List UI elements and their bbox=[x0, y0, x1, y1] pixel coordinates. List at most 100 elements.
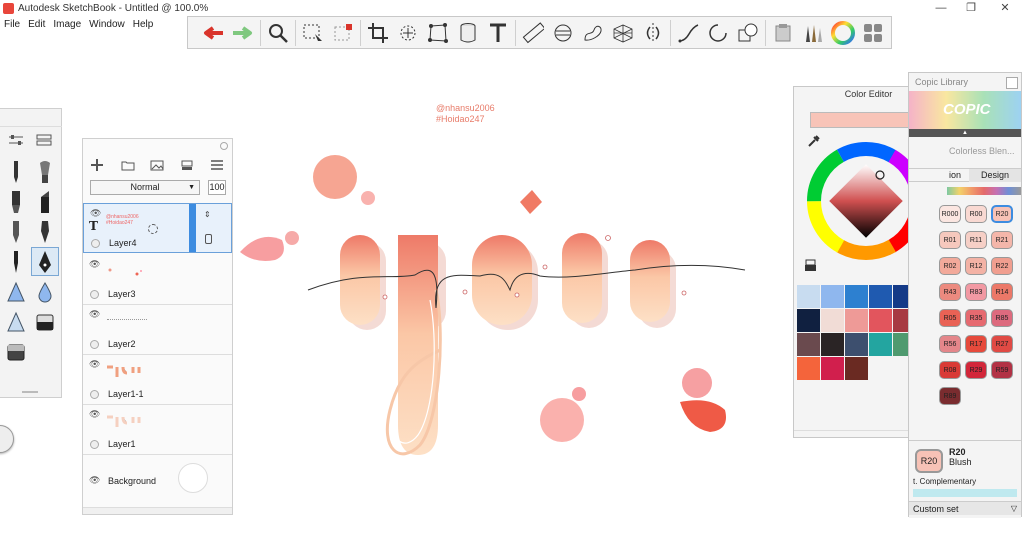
layer-row-layer1[interactable]: 👁 Layer1 bbox=[83, 405, 232, 455]
stroke-icon[interactable] bbox=[673, 18, 703, 48]
visibility-eye-icon[interactable]: 👁 bbox=[89, 259, 100, 270]
menu-image[interactable]: Image bbox=[49, 17, 85, 32]
menu-window[interactable]: Window bbox=[85, 17, 129, 32]
copic-chip[interactable]: R02 bbox=[939, 257, 961, 275]
nib-brush-icon[interactable] bbox=[31, 217, 59, 246]
add-image-icon[interactable] bbox=[150, 160, 164, 174]
copic-chip[interactable]: R05 bbox=[939, 309, 961, 327]
tab-design[interactable]: Design bbox=[969, 169, 1021, 182]
copic-chip[interactable]: R35 bbox=[965, 309, 987, 327]
copic-chip[interactable]: R89 bbox=[939, 387, 961, 405]
color-swatch[interactable] bbox=[845, 285, 868, 308]
zoom-icon[interactable] bbox=[263, 18, 293, 48]
minimize-button[interactable]: — bbox=[926, 1, 956, 15]
color-swatch[interactable] bbox=[821, 357, 844, 380]
layer-row-layer3[interactable]: 👁 Layer3 bbox=[83, 255, 232, 305]
layer-lock-radio[interactable] bbox=[90, 290, 99, 299]
color-swatch[interactable] bbox=[821, 285, 844, 308]
distort-icon[interactable] bbox=[423, 18, 453, 48]
blend-mode-select[interactable]: Normal ▼ bbox=[90, 180, 200, 195]
layer-opacity-field[interactable]: 100 bbox=[208, 180, 226, 195]
layer-row-layer4[interactable]: 👁 T @nhansu2006 #Hoidao247 Layer4 ⇕ bbox=[83, 203, 232, 253]
color-swatch[interactable] bbox=[797, 309, 820, 332]
selected-copic-chip[interactable]: R20 bbox=[915, 449, 943, 473]
print-icon[interactable] bbox=[804, 259, 817, 275]
color-swatch[interactable] bbox=[845, 333, 868, 356]
merge-layer-icon[interactable] bbox=[181, 160, 193, 174]
layer-lock-icon[interactable] bbox=[205, 234, 212, 244]
restore-button[interactable]: ❐ bbox=[956, 1, 986, 15]
menu-file[interactable]: File bbox=[0, 17, 24, 32]
copic-chip[interactable]: R29 bbox=[965, 361, 987, 379]
drop-brush-icon[interactable] bbox=[31, 277, 59, 306]
ellipse-guide-icon[interactable] bbox=[548, 18, 578, 48]
copic-chip[interactable]: R85 bbox=[991, 309, 1013, 327]
select-icon[interactable] bbox=[298, 18, 328, 48]
copic-chip[interactable]: R59 bbox=[991, 361, 1013, 379]
layer-row-background[interactable]: 👁 Background bbox=[83, 455, 232, 507]
copic-panel-close-icon[interactable] bbox=[1006, 77, 1018, 89]
shape-icon[interactable] bbox=[733, 18, 763, 48]
visibility-eye-icon[interactable]: 👁 bbox=[89, 359, 100, 370]
circle-icon[interactable] bbox=[703, 18, 733, 48]
lagoon-button[interactable] bbox=[0, 425, 14, 453]
brush-settings-icon[interactable] bbox=[8, 133, 24, 150]
copic-icon[interactable] bbox=[768, 18, 798, 48]
color-swatch[interactable] bbox=[845, 309, 868, 332]
undo-icon[interactable] bbox=[198, 18, 228, 48]
chisel-marker-icon[interactable] bbox=[31, 187, 59, 216]
color-swatch[interactable] bbox=[869, 333, 892, 356]
layer-menu-icon[interactable] bbox=[211, 160, 223, 173]
layer-lock-radio[interactable] bbox=[91, 239, 100, 248]
layer-lock-radio[interactable] bbox=[90, 440, 99, 449]
copic-chip[interactable]: R11 bbox=[965, 231, 987, 249]
menu-edit[interactable]: Edit bbox=[24, 17, 49, 32]
visibility-eye-icon[interactable]: 👁 bbox=[89, 475, 100, 486]
copic-family-bar[interactable] bbox=[947, 187, 1021, 195]
layer-reorder-icon[interactable]: ⇕ bbox=[204, 210, 211, 219]
color-swatch[interactable] bbox=[821, 333, 844, 356]
copic-chip[interactable]: R27 bbox=[991, 335, 1013, 353]
ruler-icon[interactable] bbox=[518, 18, 548, 48]
copic-chip[interactable]: R12 bbox=[965, 257, 987, 275]
copic-chip[interactable]: R08 bbox=[939, 361, 961, 379]
redo-icon[interactable] bbox=[228, 18, 258, 48]
layer-panel-close-icon[interactable] bbox=[220, 142, 228, 150]
brush-library-icon[interactable] bbox=[36, 133, 52, 150]
copic-chip[interactable]: R17 bbox=[965, 335, 987, 353]
eraser-icon[interactable] bbox=[31, 307, 59, 336]
pen-brush-icon[interactable] bbox=[2, 217, 30, 246]
palette-resize-grip[interactable] bbox=[22, 391, 38, 393]
lasso-icon[interactable] bbox=[393, 18, 423, 48]
triangle-light-brush-icon[interactable] bbox=[2, 307, 30, 336]
background-color-swatch[interactable] bbox=[178, 463, 208, 493]
text-icon[interactable] bbox=[483, 18, 513, 48]
copic-chip[interactable]: R43 bbox=[939, 283, 961, 301]
copic-collapse-toggle[interactable]: ▲ bbox=[909, 129, 1021, 137]
triangle-brush-icon[interactable] bbox=[2, 277, 30, 306]
layer-row-layer2[interactable]: 👁 Layer2 bbox=[83, 305, 232, 355]
menu-help[interactable]: Help bbox=[129, 17, 158, 32]
color-swatch[interactable] bbox=[869, 309, 892, 332]
layer-row-layer1-1[interactable]: 👁 Layer1-1 bbox=[83, 355, 232, 405]
copic-chip[interactable]: R01 bbox=[939, 231, 961, 249]
copic-chip[interactable]: R83 bbox=[965, 283, 987, 301]
visibility-eye-icon[interactable]: 👁 bbox=[90, 208, 101, 219]
symmetry-icon[interactable] bbox=[453, 18, 483, 48]
copic-chip[interactable]: R22 bbox=[991, 257, 1013, 275]
copic-chip[interactable]: R00 bbox=[965, 205, 987, 223]
color-swatch[interactable] bbox=[797, 357, 820, 380]
copic-chip[interactable]: R000 bbox=[939, 205, 961, 223]
text-move-icon[interactable] bbox=[148, 224, 158, 234]
transform-icon[interactable] bbox=[328, 18, 358, 48]
complementary-swatch[interactable] bbox=[913, 489, 1017, 497]
copic-chip[interactable]: R20 bbox=[991, 205, 1013, 223]
french-curve-icon[interactable] bbox=[578, 18, 608, 48]
color-swatch[interactable] bbox=[821, 309, 844, 332]
add-layer-icon[interactable] bbox=[91, 159, 103, 174]
perspective-icon[interactable] bbox=[608, 18, 638, 48]
layer-panel-resize-grip[interactable] bbox=[83, 507, 232, 514]
visibility-eye-icon[interactable]: 👁 bbox=[89, 409, 100, 420]
custom-set-select[interactable]: Custom set ▽ bbox=[909, 501, 1021, 515]
crop-icon[interactable] bbox=[363, 18, 393, 48]
